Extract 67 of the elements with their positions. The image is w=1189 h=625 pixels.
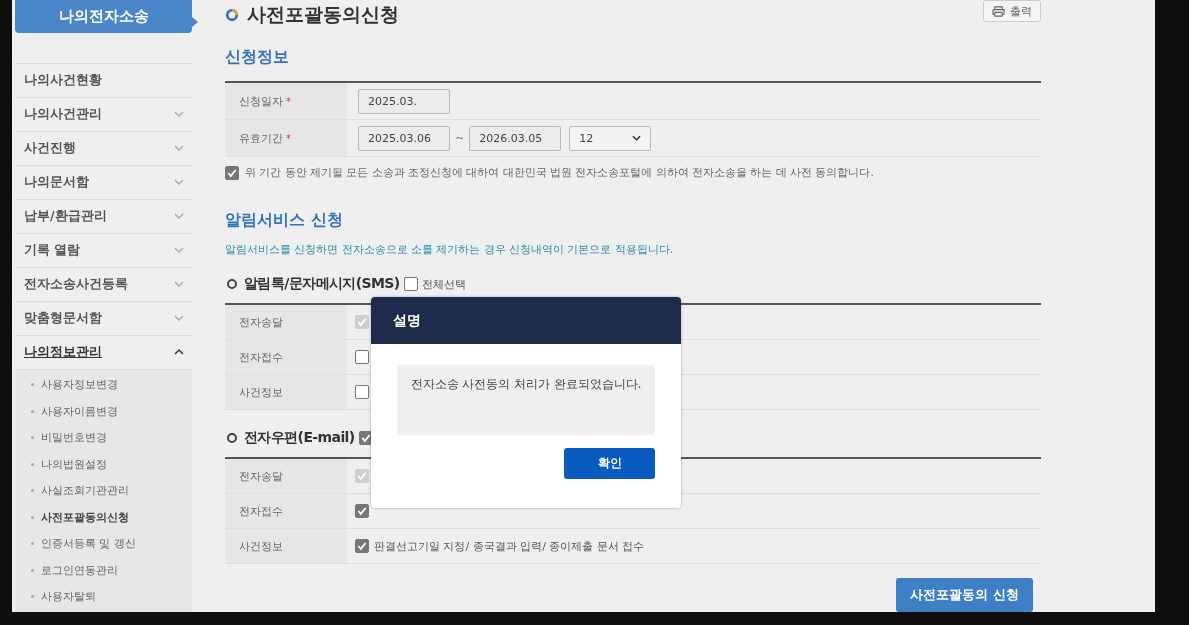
printer-icon	[992, 5, 1005, 17]
required-mark: *	[286, 95, 291, 107]
sidebar-item[interactable]: 납부/환급관리	[15, 199, 192, 234]
submenu-item[interactable]: 사용자탈퇴	[15, 583, 192, 610]
chevron-icon	[174, 315, 184, 321]
sidebar-item[interactable]: 나의정보관리	[15, 335, 192, 370]
option-label: 판결선고기일 지정/ 종국결과 입력/ 종이제출 문서 접수	[374, 538, 645, 554]
chevron-icon	[174, 111, 184, 117]
submenu-item[interactable]: 사용자이름변경	[15, 398, 192, 425]
bullet-icon	[227, 433, 237, 443]
chevron-icon	[174, 145, 184, 151]
checkbox[interactable]	[355, 539, 369, 553]
chevron-icon	[174, 281, 184, 287]
checkbox[interactable]	[355, 350, 369, 364]
message-box: 전자소송 사전동의 처리가 완료되었습니다.	[397, 365, 655, 435]
submenu-item[interactable]: 로그인연동관리	[15, 557, 192, 584]
group-title: 전자우편(E-mail)	[244, 429, 355, 447]
required-mark: *	[286, 132, 291, 144]
chevron-icon	[174, 247, 184, 253]
section-heading: 알림서비스 신청	[225, 210, 344, 231]
field-label: 전자접수	[239, 503, 283, 519]
sidebar-item[interactable]: 전자소송사건등록	[15, 267, 192, 302]
chevron-icon	[174, 349, 184, 355]
field-label: 전자송달	[239, 468, 283, 484]
ring-icon	[225, 8, 239, 22]
period-select[interactable]: 12	[569, 125, 652, 151]
submenu-item[interactable]: 사용자정보변경	[15, 371, 192, 398]
sidebar-item[interactable]: 맞춤형문서함	[15, 301, 192, 336]
submenu-item[interactable]: 사전포괄동의신청	[15, 504, 192, 531]
submenu-item[interactable]: 비밀번호변경	[15, 424, 192, 451]
sidebar-item[interactable]: 나의문서함	[15, 165, 192, 200]
chevron-icon	[174, 179, 184, 185]
end-date-field[interactable]: 2026.03.05	[469, 125, 562, 151]
sidebar-item[interactable]: 기록 열람	[15, 233, 192, 268]
field-label: 전자송달	[239, 314, 283, 330]
submit-button[interactable]: 사전포괄동의 신청	[896, 578, 1033, 612]
start-date-field[interactable]: 2025.03.06	[358, 125, 450, 151]
select-all-label: 전체선택	[421, 276, 466, 292]
section-heading: 신청정보	[225, 47, 290, 68]
chevron-icon	[632, 135, 642, 141]
range-separator: ~	[455, 131, 465, 145]
select-all-checkbox[interactable]	[358, 431, 373, 445]
page-title: 사전포괄동의신청	[247, 2, 399, 27]
sidebar-item[interactable]: 나의사건관리	[15, 97, 192, 132]
sidebar-item[interactable]: 나의사건현황	[15, 63, 192, 98]
field-label: 유효기간	[239, 130, 283, 146]
field-label: 신청일자	[239, 93, 283, 109]
field-label: 사건정보	[239, 384, 283, 400]
consent-text: 위 기간 동안 제기될 모든 소송과 조정신청에 대하여 대한민국 법원 전자소송포털에 의하여 전자소송을 하는 데 사전 동의합니다.	[245, 166, 874, 180]
select-all-checkbox[interactable]	[403, 277, 418, 291]
confirm-button[interactable]: 확인	[564, 448, 655, 479]
chevron-icon	[174, 213, 184, 219]
bullet-icon	[227, 279, 237, 289]
print-button[interactable]: 출력	[983, 0, 1041, 22]
field-label: 전자접수	[239, 349, 283, 365]
date-field[interactable]: 2025.03.	[358, 88, 450, 114]
sidebar-item[interactable]: 사건진행	[15, 131, 192, 166]
field-label: 사건정보	[239, 538, 283, 554]
checkbox[interactable]	[355, 504, 369, 518]
submenu-item[interactable]: 나의법원설정	[15, 451, 192, 478]
dialog-title: 설명	[371, 297, 681, 344]
info-note: 알림서비스를 신청하면 전자소송으로 소를 제기하는 경우 신청내역이 기본으로 적용됩니다.	[225, 243, 675, 257]
consent-checkbox[interactable]	[225, 166, 239, 180]
submenu-item[interactable]: 사실조회기관관리	[15, 477, 192, 504]
checkbox[interactable]	[355, 385, 369, 399]
submenu-item[interactable]: 인증서등록 및 갱신	[15, 530, 192, 557]
group-title: 알림톡/문자메시지(SMS)	[244, 275, 400, 293]
